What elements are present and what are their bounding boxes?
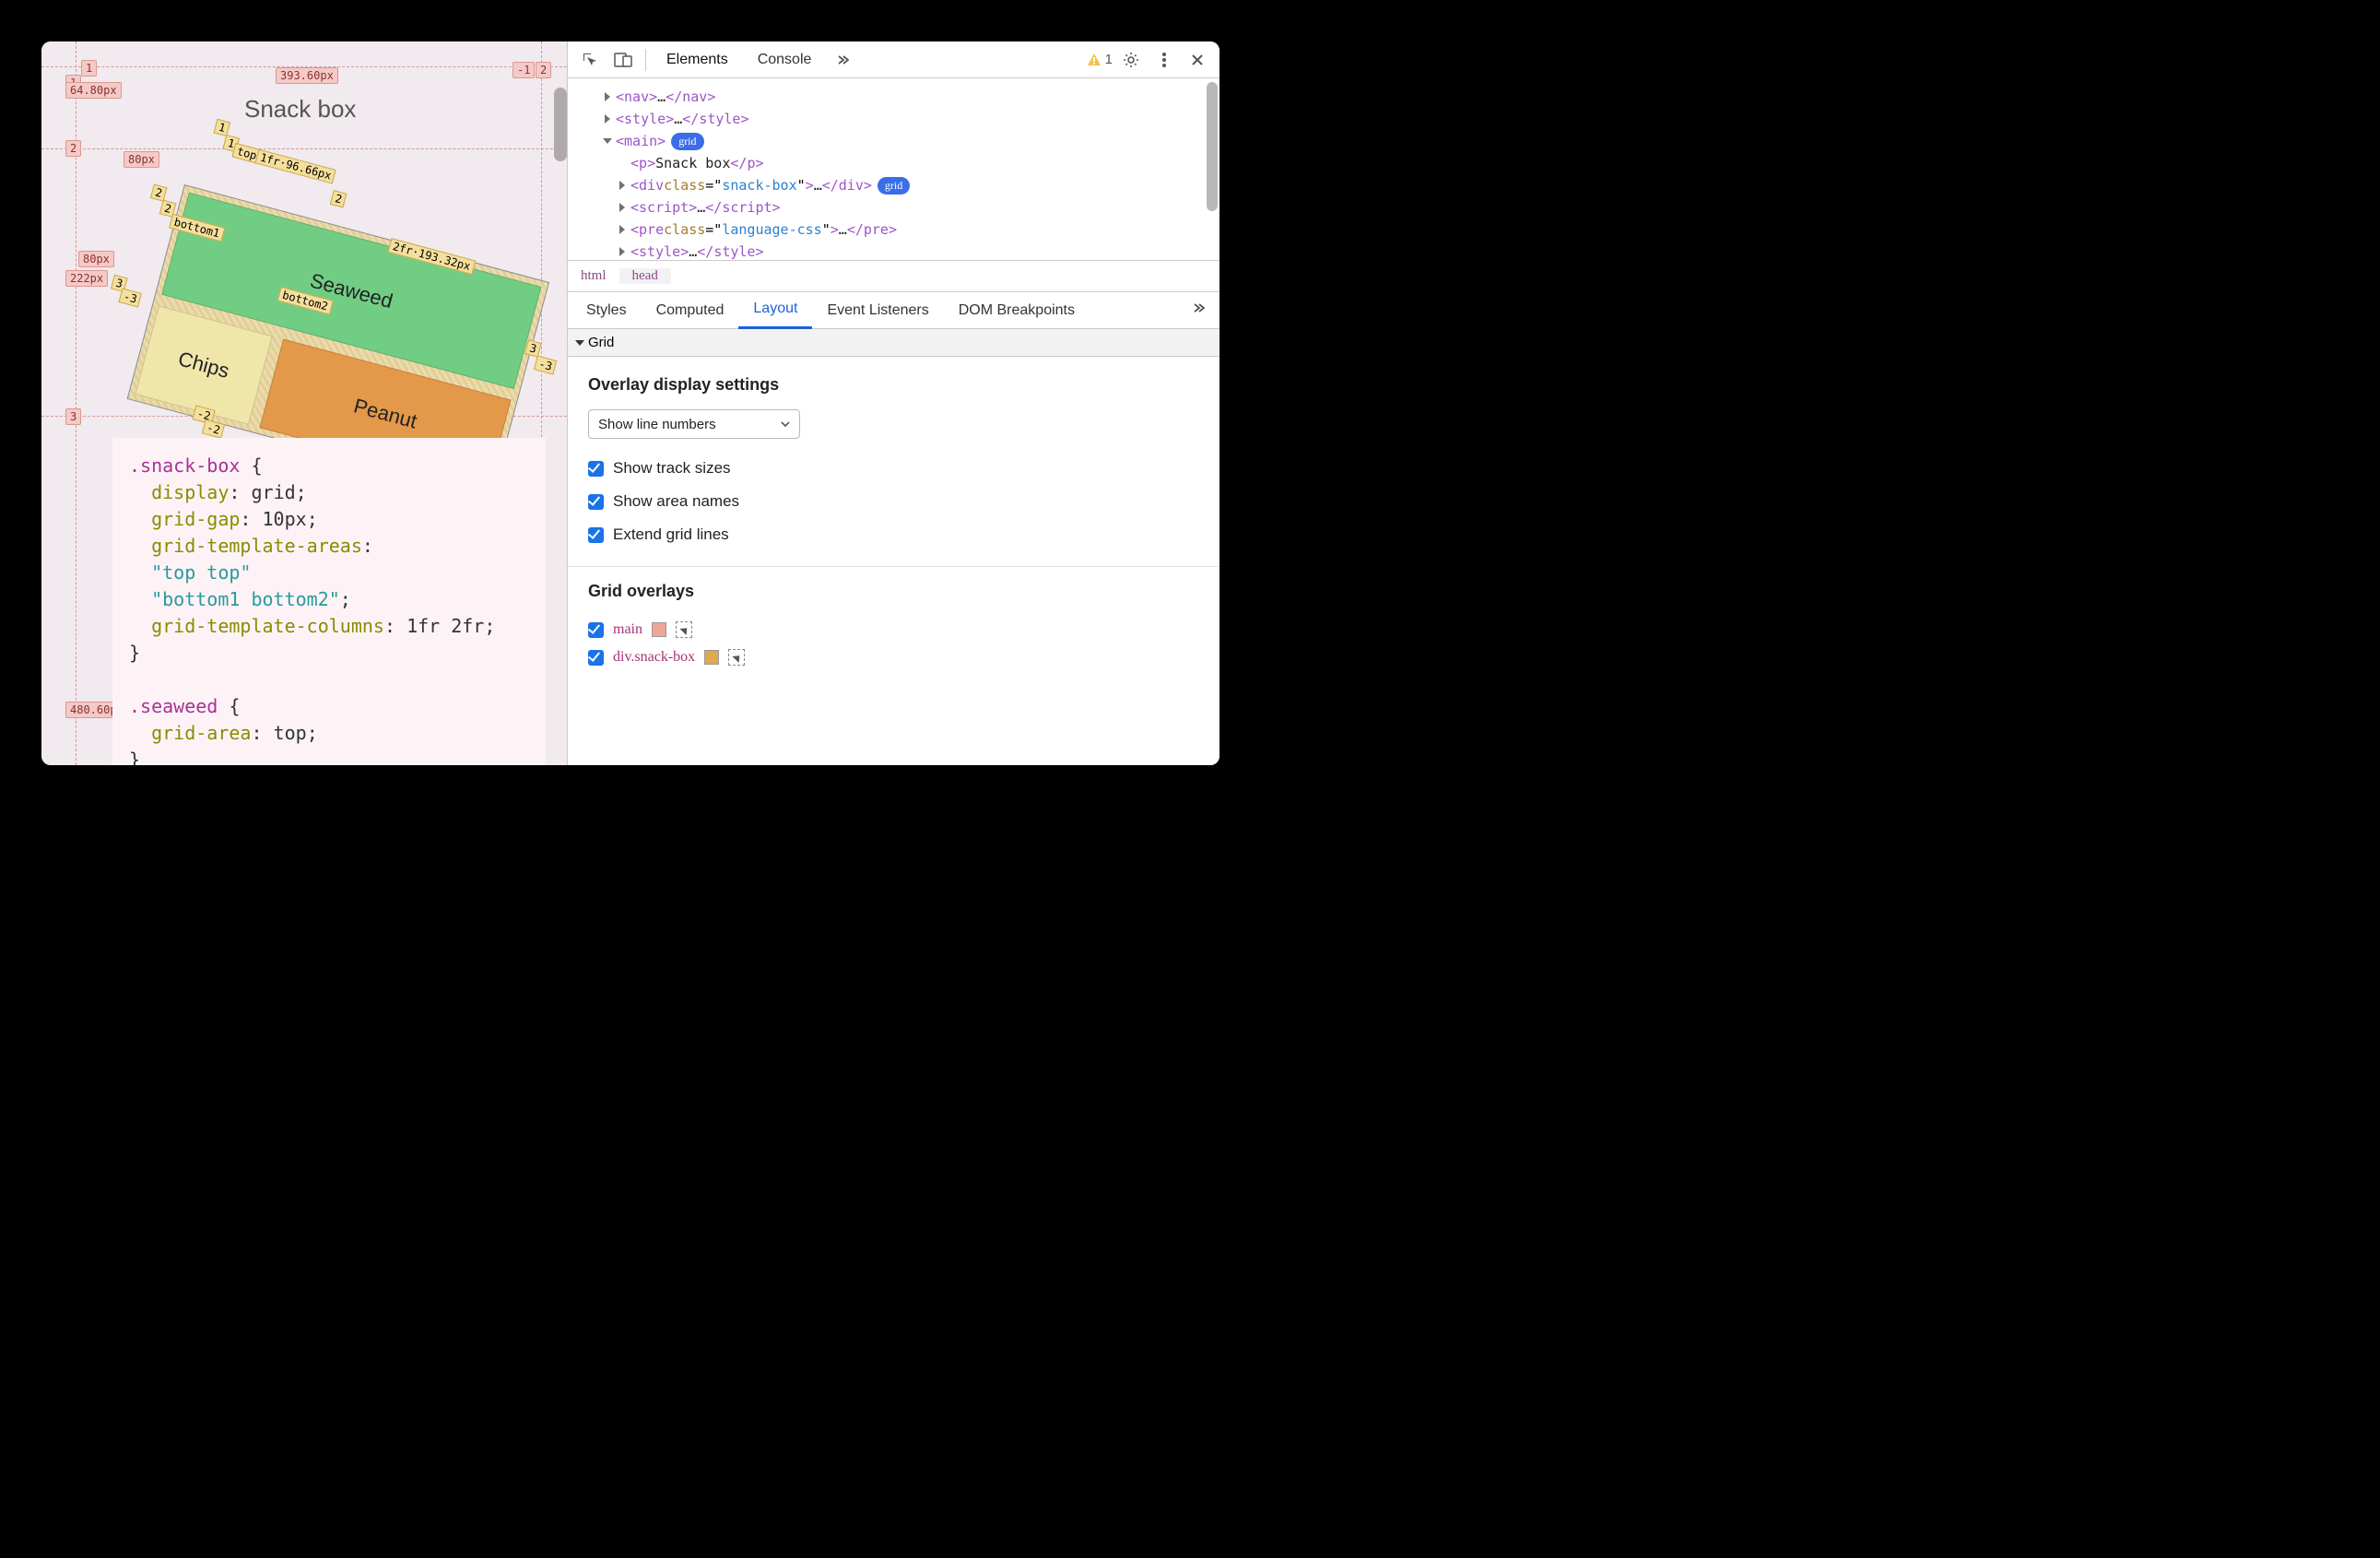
grid-size-badge: 222px	[65, 270, 108, 287]
line-tag: -3	[534, 355, 558, 374]
track-tag: 1fr·96.66px	[255, 149, 337, 184]
more-tabs-icon[interactable]	[828, 45, 857, 75]
grid-line-badge: 1	[81, 60, 97, 77]
line-tag: 2	[330, 190, 348, 207]
grid-size-badge: 80px	[78, 251, 114, 267]
grid-line-badge: 2	[536, 62, 551, 78]
overlay-label: div.snack-box	[613, 649, 695, 666]
devtools-panel: Elements Console 1 <nav>…</nav> <style>……	[567, 41, 1219, 765]
kebab-menu-icon[interactable]	[1149, 45, 1179, 75]
line-tag: 2	[150, 183, 168, 201]
overlay-label: main	[613, 621, 642, 638]
checkbox-area-names[interactable]	[588, 494, 604, 510]
devtools-toolbar: Elements Console 1	[568, 41, 1219, 78]
settings-icon[interactable]	[1116, 45, 1146, 75]
close-icon[interactable]	[1183, 45, 1212, 75]
checkbox-label: Extend grid lines	[613, 525, 729, 544]
tab-layout[interactable]: Layout	[738, 292, 812, 329]
tab-elements[interactable]: Elements	[654, 41, 741, 78]
device-toggle-icon[interactable]	[608, 45, 638, 75]
color-swatch[interactable]	[652, 622, 666, 637]
issues-indicator[interactable]: 1	[1087, 52, 1113, 67]
panel-tabs: Styles Computed Layout Event Listeners D…	[568, 292, 1219, 329]
checkbox-label: Show area names	[613, 492, 739, 511]
tab-computed[interactable]: Computed	[642, 292, 739, 329]
reveal-element-icon[interactable]	[676, 621, 692, 638]
grid-size-badge: 80px	[124, 151, 159, 168]
tab-event-listeners[interactable]: Event Listeners	[812, 292, 943, 329]
color-swatch[interactable]	[704, 650, 719, 665]
inspect-icon[interactable]	[575, 45, 605, 75]
overlay-settings-heading: Overlay display settings	[588, 375, 1199, 395]
tab-styles[interactable]: Styles	[571, 292, 642, 329]
dom-tree[interactable]: <nav>…</nav> <style>…</style> <main>grid…	[568, 78, 1219, 261]
grid-line-badge: -1	[513, 62, 535, 78]
grid-size-badge: 393.60px	[276, 67, 338, 84]
grid-line-badge: 3	[65, 408, 81, 425]
scrollbar[interactable]	[554, 88, 567, 161]
grid-size-badge: 64.80px	[65, 82, 122, 99]
line-tag: 1	[214, 119, 231, 136]
overlay-checkbox-main[interactable]	[588, 622, 604, 638]
chevron-down-icon	[781, 421, 790, 427]
overlay-checkbox-snackbox[interactable]	[588, 650, 604, 666]
checkbox-track-sizes[interactable]	[588, 461, 604, 477]
reveal-element-icon[interactable]	[728, 649, 745, 666]
page-heading: Snack box	[244, 95, 356, 124]
page-preview: 1 1 64.80px 393.60px -1 2 2 80px 80px 22…	[41, 41, 567, 765]
line-tag: -3	[118, 288, 142, 307]
more-panel-tabs-icon[interactable]	[1181, 301, 1216, 319]
layout-panel-body: Overlay display settings Show line numbe…	[568, 357, 1219, 690]
selector-breadcrumb[interactable]: html head	[568, 261, 1219, 292]
line-numbers-select[interactable]: Show line numbers	[588, 409, 800, 439]
css-code-block: .snack-box { display: grid; grid-gap: 10…	[112, 438, 546, 765]
tab-dom-breakpoints[interactable]: DOM Breakpoints	[944, 292, 1090, 329]
grid-line-badge: 2	[65, 140, 81, 157]
checkbox-extend-lines[interactable]	[588, 527, 604, 543]
grid-overlays-heading: Grid overlays	[588, 582, 1199, 601]
dom-scrollbar[interactable]	[1207, 82, 1218, 211]
grid-section-header[interactable]: Grid	[568, 329, 1219, 357]
tab-console[interactable]: Console	[745, 41, 825, 78]
checkbox-label: Show track sizes	[613, 459, 731, 478]
devtools-window: 1 1 64.80px 393.60px -1 2 2 80px 80px 22…	[41, 41, 1219, 765]
